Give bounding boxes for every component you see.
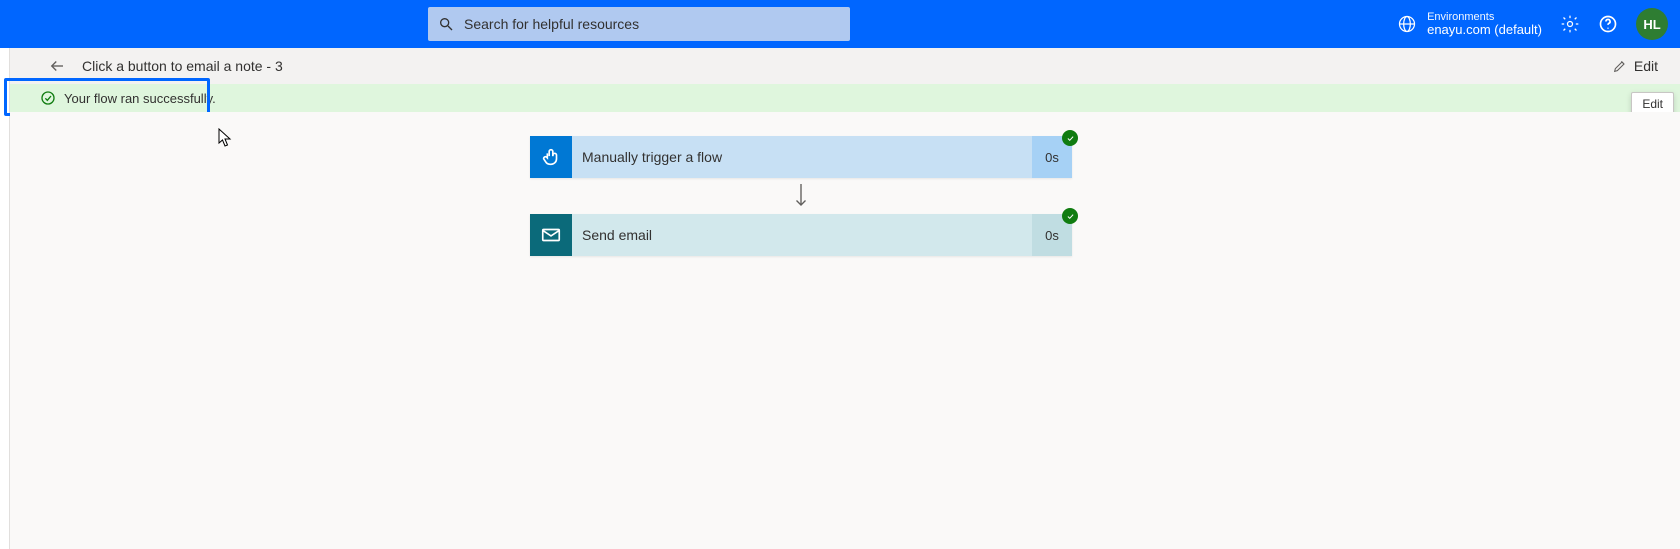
search-icon	[438, 16, 454, 32]
banner-message: Your flow ran successfully.	[64, 91, 216, 106]
back-button[interactable]	[48, 52, 76, 80]
step-icon-box	[530, 136, 572, 178]
mail-icon	[540, 224, 562, 246]
step-icon-box	[530, 214, 572, 256]
environment-name: enayu.com (default)	[1427, 23, 1542, 37]
edit-button-label: Edit	[1634, 58, 1658, 74]
success-badge	[1062, 208, 1078, 224]
settings-icon[interactable]	[1560, 14, 1580, 34]
flow-diagram: Manually trigger a flow 0s Send email 0s	[530, 136, 1072, 256]
success-banner: Your flow ran successfully.	[10, 84, 1680, 112]
flow-connector	[530, 178, 1072, 214]
top-right-group: Environments enayu.com (default) HL	[1397, 0, 1668, 48]
breadcrumb-bar: Click a button to email a note - 3 Edit	[10, 48, 1680, 84]
help-icon[interactable]	[1598, 14, 1618, 34]
environments-label: Environments	[1427, 11, 1542, 23]
arrow-left-icon	[48, 57, 66, 75]
check-icon	[1066, 134, 1075, 143]
avatar[interactable]: HL	[1636, 8, 1668, 40]
edit-button[interactable]: Edit	[1606, 54, 1664, 78]
globe-icon	[1397, 14, 1417, 34]
flow-step-send-email[interactable]: Send email 0s	[530, 214, 1072, 256]
check-circle-icon	[40, 90, 56, 106]
check-icon	[1066, 212, 1075, 221]
touch-icon	[540, 146, 562, 168]
page-title: Click a button to email a note - 3	[82, 58, 283, 74]
step-title: Manually trigger a flow	[572, 136, 1032, 178]
arrow-down-icon	[792, 178, 810, 214]
banner-content: Your flow ran successfully.	[10, 84, 216, 112]
pencil-icon	[1612, 58, 1628, 74]
search-box[interactable]	[428, 7, 850, 41]
flow-canvas: Manually trigger a flow 0s Send email 0s	[10, 112, 1680, 549]
success-badge	[1062, 130, 1078, 146]
step-title: Send email	[572, 214, 1032, 256]
environment-picker[interactable]: Environments enayu.com (default)	[1397, 11, 1542, 37]
search-input[interactable]	[464, 16, 840, 32]
environment-text: Environments enayu.com (default)	[1427, 11, 1542, 37]
left-rail	[0, 48, 10, 549]
top-bar: Environments enayu.com (default) HL	[0, 0, 1680, 48]
flow-step-trigger[interactable]: Manually trigger a flow 0s	[530, 136, 1072, 178]
